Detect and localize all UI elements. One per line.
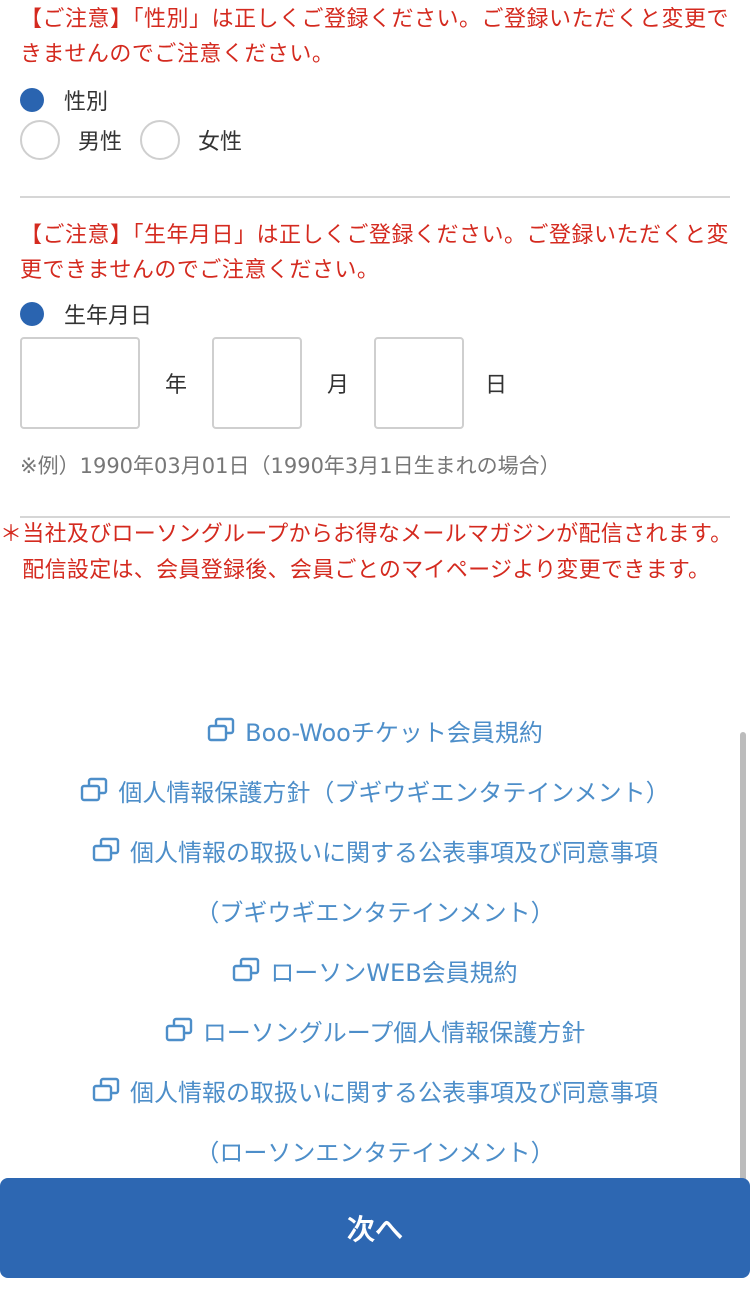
link-disclosure-boogiewoogie-cont[interactable]: （ブギウギエンタテインメント） (0, 880, 750, 940)
gender-radio-group: 男性 女性 (20, 120, 260, 160)
link-label: 個人情報の取扱いに関する公表事項及び同意事項 (130, 1078, 658, 1107)
birth-month-input[interactable] (212, 337, 302, 429)
mail-magazine-notice: ＊当社及びローソングループからお得なメールマガジンが配信されます。 配信設定は、… (0, 517, 745, 589)
gender-option-male-label: 男性 (78, 130, 123, 155)
radio-male[interactable] (20, 120, 60, 160)
gender-option-female-label: 女性 (198, 130, 243, 155)
external-window-icon (165, 1017, 192, 1042)
section-divider (20, 196, 730, 198)
link-label: Boo-Wooチケット会員規約 (245, 718, 543, 747)
external-window-icon (207, 717, 235, 742)
birthdate-inputs: 年 月 日 (20, 336, 528, 430)
radio-female[interactable] (140, 120, 181, 160)
mail-notice-line1: ＊当社及びローソングループからお得なメールマガジンが配信されます。 (0, 522, 733, 547)
required-dot-icon (20, 302, 44, 326)
required-dot-icon (20, 88, 44, 112)
birthdate-label: 生年月日 (64, 304, 153, 329)
gender-field-label: 性別 (20, 84, 108, 116)
external-window-icon (233, 957, 260, 982)
link-label: （ブギウギエンタテインメント） (195, 898, 555, 927)
link-disclosure-boogiewoogie[interactable]: 個人情報の取扱いに関する公表事項及び同意事項 (0, 820, 750, 880)
gender-notice: 【ご注意】「性別」は正しくご登録ください。ご登録いただくと変更できませんのでご注… (20, 7, 730, 67)
external-window-icon (92, 837, 120, 862)
registration-form-page: 【ご注意】「性別」は正しくご登録ください。ご登録いただくと変更できませんのでご注… (0, 0, 750, 1294)
external-window-icon (92, 1077, 120, 1102)
birthdate-notice: 【ご注意】「生年月日」は正しくご登録ください。ご登録いただくと変更できませんので… (20, 223, 730, 283)
link-disclosure-lawson-ent[interactable]: 個人情報の取扱いに関する公表事項及び同意事項 (0, 1060, 750, 1120)
birth-day-input[interactable] (374, 337, 464, 429)
link-disclosure-lawson-ent-cont[interactable]: （ローソンエンタテインメント） (0, 1120, 750, 1180)
link-privacy-boogiewoogie[interactable]: 個人情報保護方針（ブギウギエンタテインメント） (0, 760, 750, 820)
year-unit-label: 年 (164, 373, 187, 398)
day-unit-label: 日 (484, 373, 507, 398)
link-label: ローソングループ個人情報保護方針 (202, 1018, 586, 1047)
month-unit-label: 月 (326, 373, 349, 398)
mail-notice-line2: 配信設定は、会員登録後、会員ごとのマイページより変更できます。 (0, 558, 711, 583)
external-window-icon (81, 777, 108, 802)
gender-option-male[interactable]: 男性 (20, 120, 122, 160)
birth-year-input[interactable] (20, 337, 140, 429)
link-boowoo-terms[interactable]: Boo-Wooチケット会員規約 (0, 700, 750, 760)
link-label: 個人情報保護方針（ブギウギエンタテインメント） (118, 778, 670, 807)
link-label: 個人情報の取扱いに関する公表事項及び同意事項 (130, 838, 658, 867)
link-label: （ローソンエンタテインメント） (195, 1138, 555, 1167)
gender-label: 性別 (64, 90, 109, 115)
birthdate-example: ※例）1990年03月01日（1990年3月1日生まれの場合） (20, 454, 561, 478)
link-lawson-group-privacy[interactable]: ローソングループ個人情報保護方針 (0, 1000, 750, 1060)
birthdate-field-label: 生年月日 (20, 298, 152, 330)
link-label: ローソンWEB会員規約 (270, 958, 518, 987)
gender-option-female[interactable]: 女性 (140, 120, 242, 160)
policy-links: Boo-Wooチケット会員規約 個人情報保護方針（ブギウギエンタテインメント） … (0, 700, 750, 1180)
link-lawson-web-terms[interactable]: ローソンWEB会員規約 (0, 940, 750, 1000)
next-button[interactable]: 次へ (0, 1178, 750, 1278)
